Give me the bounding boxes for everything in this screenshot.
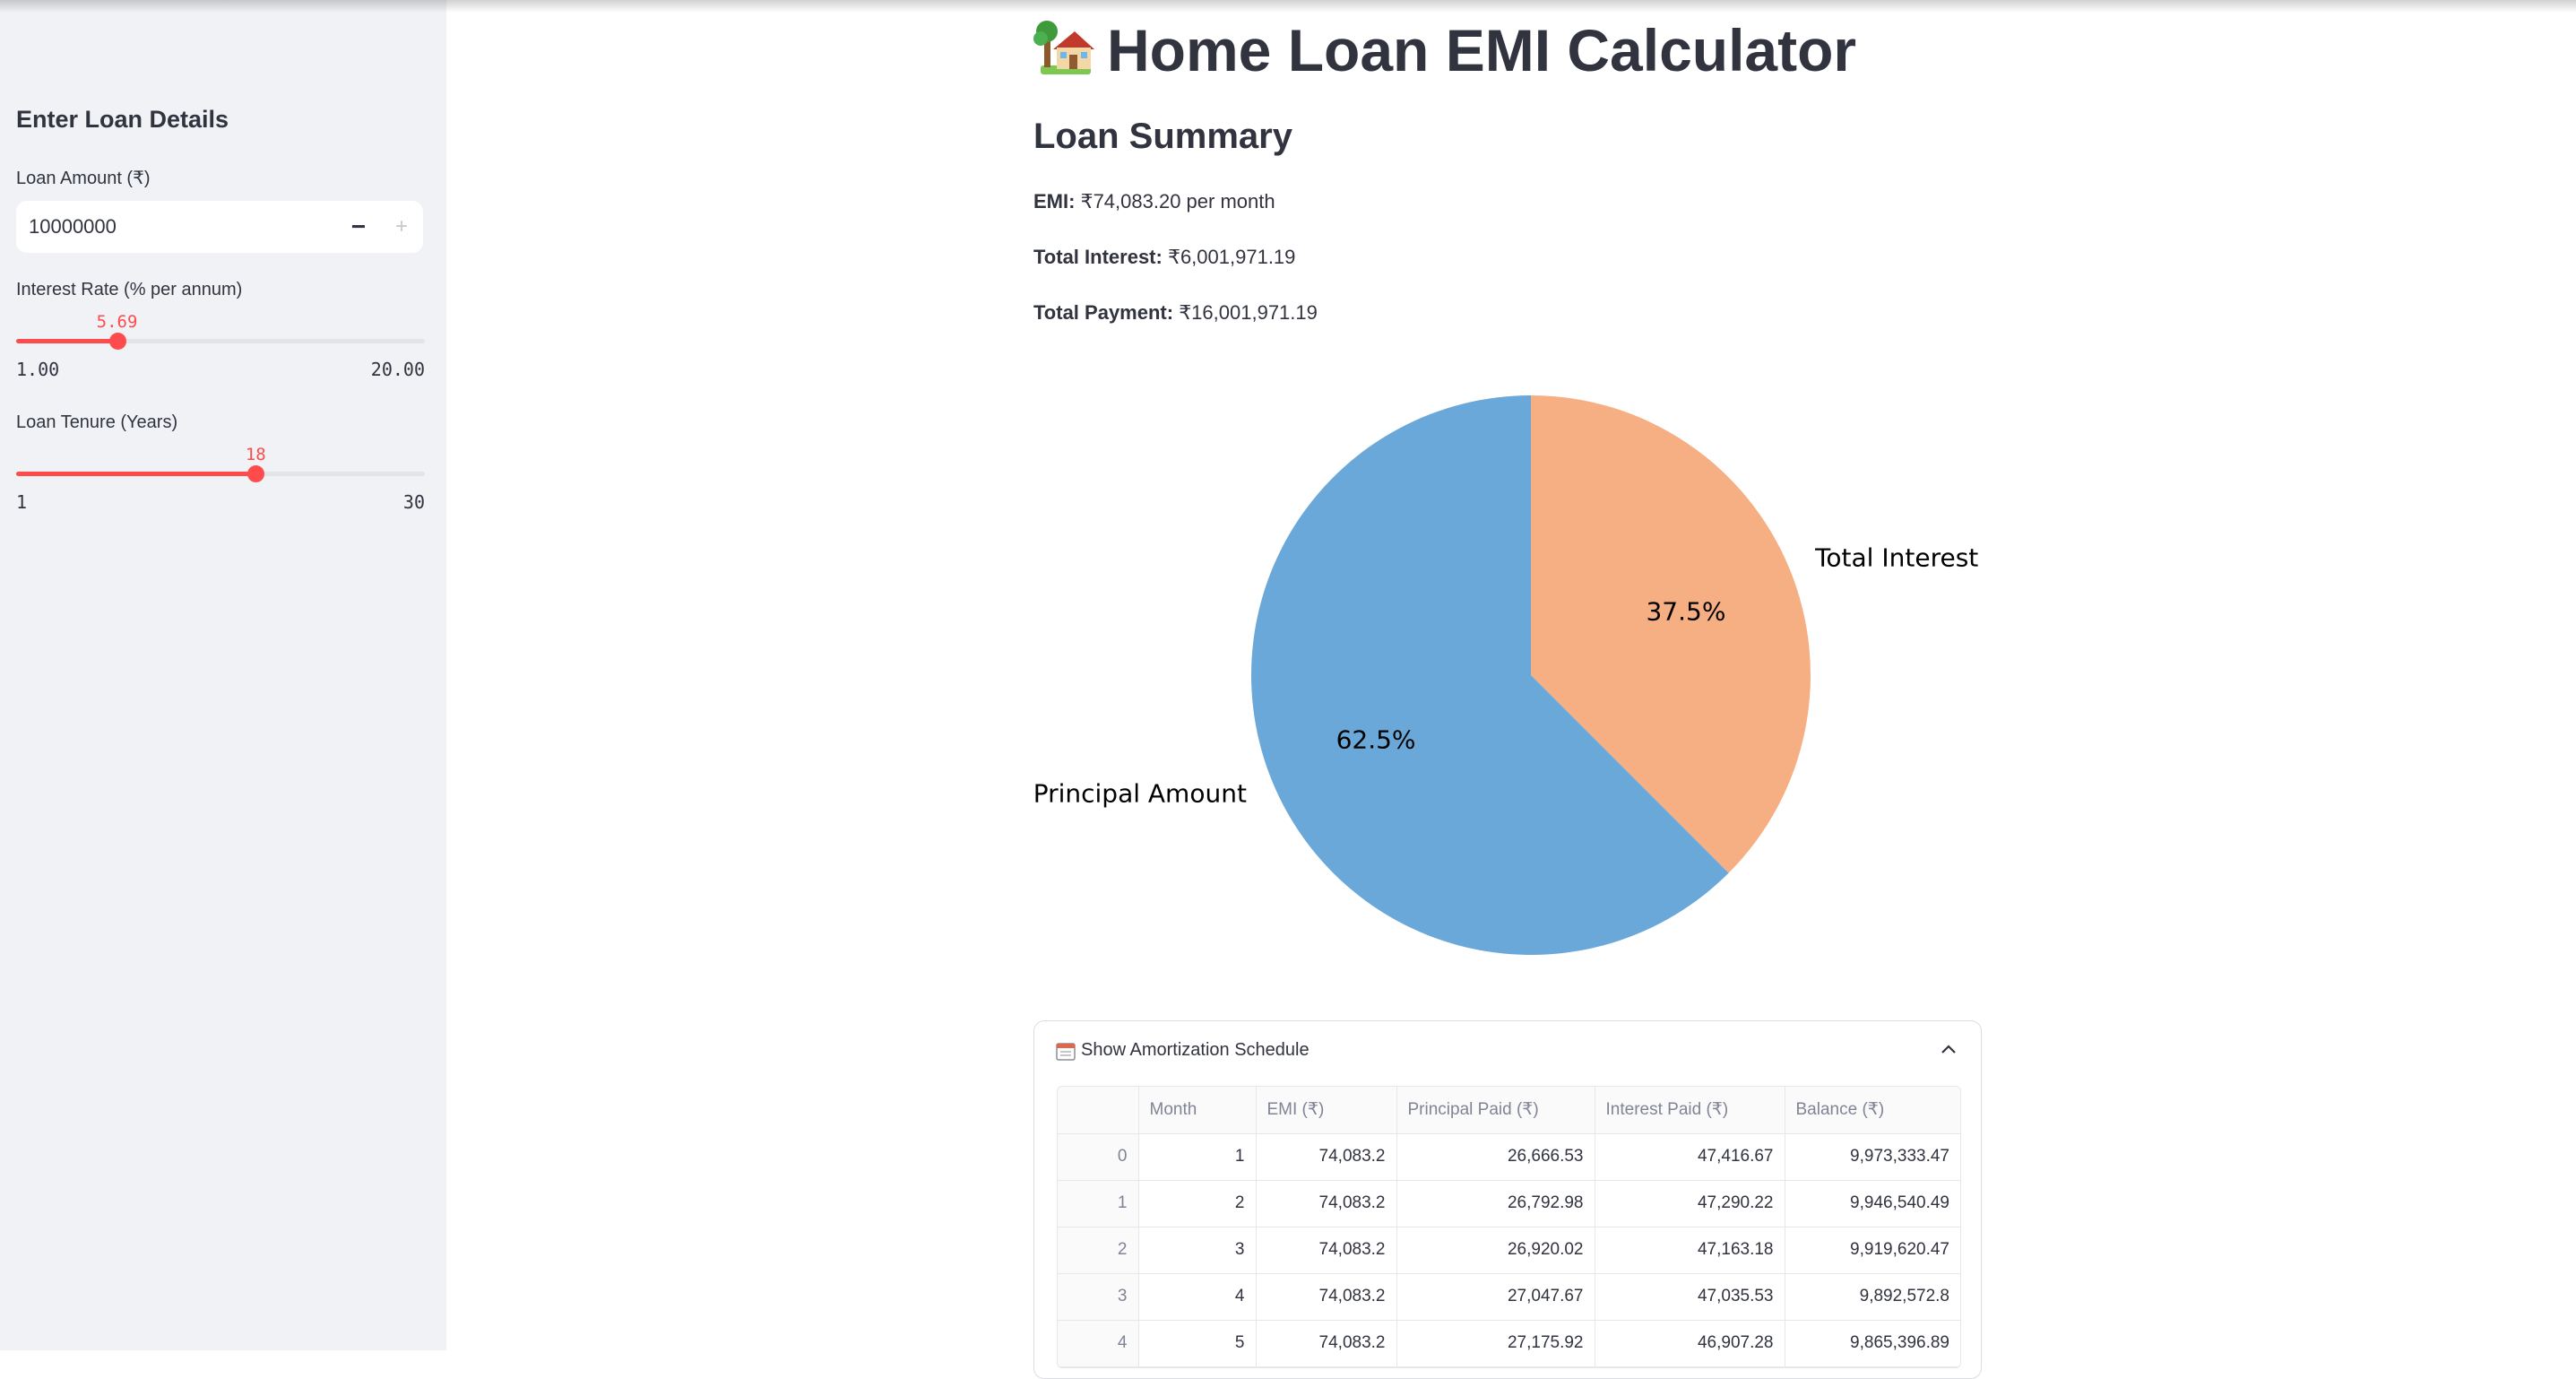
cell-interest-paid[interactable]: 47,163.18 [1595,1227,1785,1274]
column-header-principal-paid[interactable]: Principal Paid (₹) [1396,1087,1595,1134]
table-row[interactable]: 0 1 74,083.2 26,666.53 47,416.67 9,973,3… [1058,1133,1960,1181]
cell-balance[interactable]: 9,946,540.49 [1785,1180,1960,1227]
cell-interest-paid[interactable]: 46,907.28 [1595,1320,1785,1367]
column-header-emi[interactable]: EMI (₹) [1256,1087,1397,1134]
column-header-interest-paid[interactable]: Interest Paid (₹) [1595,1087,1785,1134]
cell-principal-paid[interactable]: 26,666.53 [1396,1133,1595,1181]
interest-rate-value: 5.69 [96,312,138,332]
loan-summary-heading: Loan Summary [1033,117,1292,156]
cell-month[interactable]: 1 [1138,1133,1257,1181]
loan-breakdown-pie-chart: 37.5% Total Interest 62.5% Principal Amount [1033,395,1978,955]
loan-tenure-slider[interactable]: 18 1 30 [16,445,425,513]
loan-amount-input[interactable]: 10000000 − + [16,201,423,253]
cell-month[interactable]: 2 [1138,1180,1257,1227]
page-title: Home Loan EMI Calculator [1033,16,1856,84]
pie-percent-label: 62.5% [1336,725,1416,755]
column-header-month[interactable]: Month [1138,1087,1257,1134]
cell-principal-paid[interactable]: 26,920.02 [1396,1227,1595,1274]
pie-category-label: Total Interest [1814,543,1978,573]
decrement-button[interactable]: − [337,201,380,253]
slider-max-label: 20.00 [370,359,425,380]
cell-principal-paid[interactable]: 26,792.98 [1396,1180,1595,1227]
increment-button[interactable]: + [380,201,423,253]
loan-tenure-value: 18 [245,445,266,464]
amortization-expander: Show Amortization Schedule Month EMI (₹)… [1033,1020,1982,1379]
cell-month[interactable]: 3 [1138,1227,1257,1274]
slider-fill [16,339,117,343]
slider-min-label: 1.00 [16,359,60,380]
row-index: 2 [1058,1227,1139,1274]
cell-interest-paid[interactable]: 47,290.22 [1595,1180,1785,1227]
total-interest-line: Total Interest: ₹6,001,971.19 [1033,246,1295,269]
emi-line: EMI: ₹74,083.20 per month [1033,190,1275,213]
cell-balance[interactable]: 9,919,620.47 [1785,1227,1960,1274]
cell-emi[interactable]: 74,083.2 [1256,1133,1397,1181]
total-interest-label: Total Interest: [1033,246,1163,268]
amortization-table[interactable]: Month EMI (₹) Principal Paid (₹) Interes… [1057,1086,1961,1368]
table-header-row: Month EMI (₹) Principal Paid (₹) Interes… [1058,1087,1960,1134]
sidebar-title: Enter Loan Details [16,106,229,133]
column-header-balance[interactable]: Balance (₹) [1785,1087,1960,1134]
cell-balance[interactable]: 9,865,396.89 [1785,1320,1960,1367]
interest-rate-label: Interest Rate (% per annum) [16,280,243,299]
row-index: 0 [1058,1133,1139,1181]
cell-month[interactable]: 4 [1138,1273,1257,1321]
table-row[interactable]: 4 5 74,083.2 27,175.92 46,907.28 9,865,3… [1058,1320,1960,1367]
cell-principal-paid[interactable]: 27,047.67 [1396,1273,1595,1321]
calendar-icon [1056,1043,1076,1061]
cell-interest-paid[interactable]: 47,416.67 [1595,1133,1785,1181]
cell-emi[interactable]: 74,083.2 [1256,1180,1397,1227]
cell-balance[interactable]: 9,892,572.8 [1785,1273,1960,1321]
slider-max-label: 30 [402,491,425,513]
column-header-index[interactable] [1058,1087,1139,1134]
total-interest-value: ₹6,001,971.19 [1167,246,1296,268]
page-title-text: Home Loan EMI Calculator [1107,17,1857,83]
total-payment-line: Total Payment: ₹16,001,971.19 [1033,301,1318,325]
sidebar: Enter Loan Details Loan Amount (₹) 10000… [0,0,446,1350]
cell-emi[interactable]: 74,083.2 [1256,1273,1397,1321]
total-payment-value: ₹16,001,971.19 [1179,301,1318,324]
house-with-garden-icon [1033,21,1094,74]
loan-amount-value[interactable]: 10000000 [29,215,117,239]
interest-rate-slider[interactable]: 5.69 1.00 20.00 [16,312,425,380]
slider-thumb[interactable] [108,333,126,350]
table-row[interactable]: 1 2 74,083.2 26,792.98 47,290.22 9,946,5… [1058,1180,1960,1227]
emi-label: EMI: [1033,190,1076,212]
slider-min-label: 1 [16,491,28,513]
cell-emi[interactable]: 74,083.2 [1256,1227,1397,1274]
loan-tenure-label: Loan Tenure (Years) [16,412,178,432]
pie-percent-label: 37.5% [1646,596,1725,626]
cell-month[interactable]: 5 [1138,1320,1257,1367]
cell-balance[interactable]: 9,973,333.47 [1785,1133,1960,1181]
cell-principal-paid[interactable]: 27,175.92 [1396,1320,1595,1367]
amortization-expander-header[interactable]: Show Amortization Schedule [1034,1021,1981,1079]
table-row[interactable]: 3 4 74,083.2 27,047.67 47,035.53 9,892,5… [1058,1273,1960,1321]
total-payment-label: Total Payment: [1033,301,1174,324]
row-index: 1 [1058,1180,1139,1227]
loan-amount-label: Loan Amount (₹) [16,169,151,188]
cell-emi[interactable]: 74,083.2 [1256,1320,1397,1367]
chevron-up-icon[interactable] [1940,1043,1958,1055]
pie-category-label: Principal Amount [1033,778,1247,808]
row-index: 3 [1058,1273,1139,1321]
cell-interest-paid[interactable]: 47,035.53 [1595,1273,1785,1321]
emi-value: ₹74,083.20 per month [1080,190,1275,212]
table-row[interactable]: 2 3 74,083.2 26,920.02 47,163.18 9,919,6… [1058,1227,1960,1274]
amortization-expander-label[interactable]: Show Amortization Schedule [1081,1040,1310,1061]
slider-thumb[interactable] [247,465,265,482]
slider-fill [16,472,256,476]
row-index: 4 [1058,1320,1139,1367]
